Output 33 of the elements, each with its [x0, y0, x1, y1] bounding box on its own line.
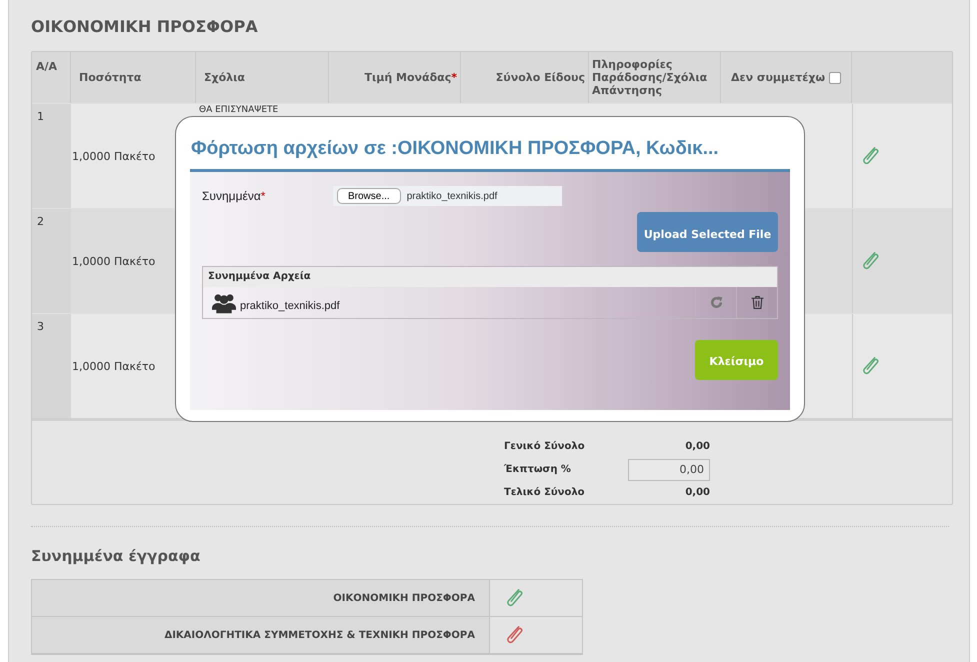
column-header: Σχόλια	[204, 71, 245, 84]
field-label: Συνημμένα*	[202, 189, 266, 203]
file-name[interactable]: praktiko_texnikis.pdf	[240, 294, 340, 312]
total-label: Γενικό Σύνολο	[504, 441, 586, 452]
section-title: ΟΙΚΟΝΟΜΙΚΗ ΠΡΟΣΦΟΡΑ	[31, 17, 259, 36]
files-header: Συνημμένα Αρχεία	[203, 267, 777, 287]
document-label: ΟΙΚΟΝΟΜΙΚΗ ΠΡΟΣΦΟΡΑ	[333, 592, 475, 604]
column-header: Τιμή Μονάδας*	[364, 71, 457, 84]
browse-button[interactable]: Browse...	[337, 188, 401, 204]
trash-icon[interactable]	[748, 294, 766, 311]
total-label: Έκπτωση %	[504, 464, 572, 475]
total-value: 0,00	[684, 487, 710, 498]
quantity-text: 1,0000 Πακέτο	[72, 254, 156, 268]
column-header: Δεν συμμετέχω	[730, 71, 826, 84]
file-name: praktiko_texnikis.pdf	[406, 190, 498, 202]
total-label: Τελικό Σύνολο	[504, 487, 586, 498]
document-label: ΔΙΚΑΙΟΛΟΓΗΤΙΚΑ ΣΥΜΜΕΤΟΧΗΣ & ΤΕΧΝΙΚΗ ΠΡΟΣΦΟΡΑ	[164, 630, 475, 640]
row-number: 2	[37, 215, 44, 228]
checkbox[interactable]	[829, 72, 842, 84]
discount-input[interactable]: 0,00	[628, 458, 710, 480]
total-value: 0,00	[684, 441, 710, 452]
quantity-text: 1,0000 Πακέτο	[72, 150, 156, 162]
column-header: Σύνολο Είδους	[496, 71, 585, 84]
section-title: Συνημμένα έγγραφα	[31, 547, 202, 565]
column-header: Πληροφορίες Παράδοσης/Σχόλια Απάντησης	[592, 58, 708, 97]
comment-text: ΘΑ ΕΠΙΣΥΝΑΨΕΤΕ	[199, 105, 280, 115]
upload-button[interactable]: Upload Selected File	[637, 212, 778, 252]
row-number: 3	[37, 320, 44, 333]
row-number: 1	[37, 110, 44, 123]
column-header: Ποσότητα	[79, 71, 142, 84]
file-input[interactable]: Browse... praktiko_texnikis.pdf	[333, 186, 562, 206]
column-header: A/A	[36, 60, 58, 73]
quantity-text: 1,0000 Πακέτο	[72, 360, 156, 372]
